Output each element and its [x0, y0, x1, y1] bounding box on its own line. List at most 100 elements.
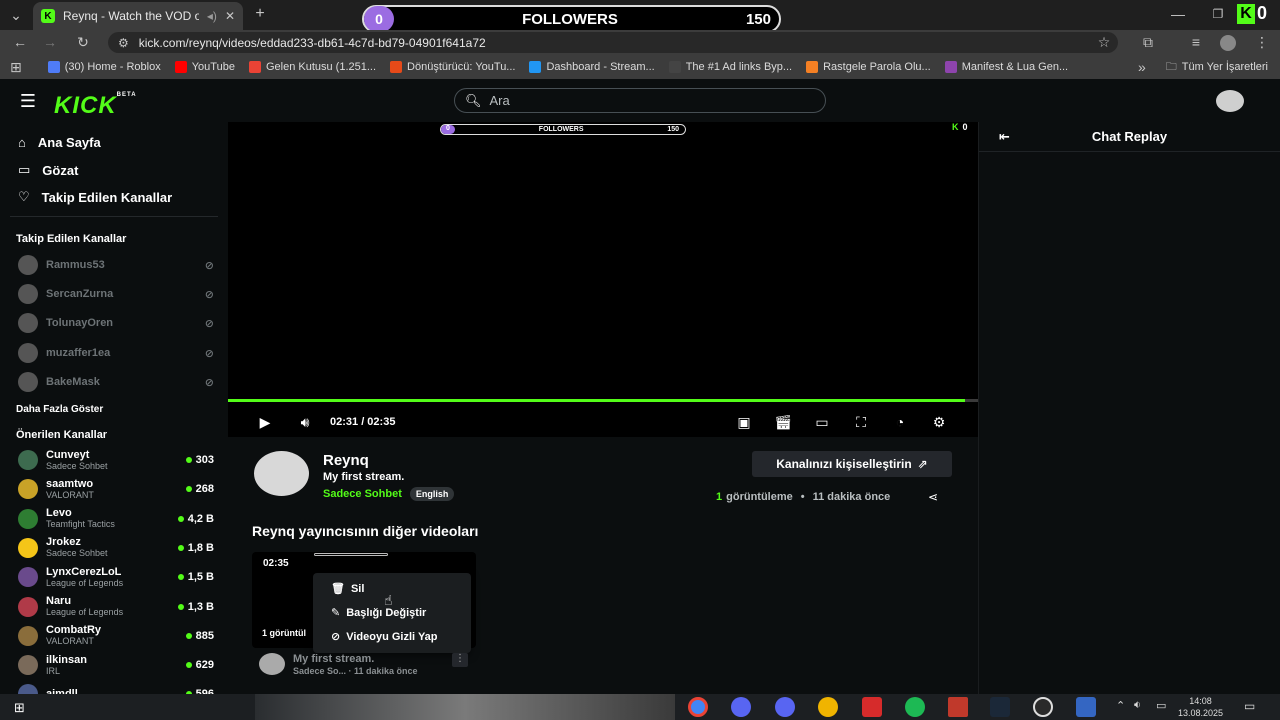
- bookmark-item[interactable]: Rastgele Parola Olu...: [806, 61, 931, 73]
- url-text: kick.com/reynq/videos/eddad233-db61-4c7d…: [138, 35, 486, 50]
- streamer-avatar[interactable]: [254, 451, 309, 496]
- app-icon[interactable]: [818, 697, 838, 717]
- clock[interactable]: 14:08 13.08.2025: [1178, 695, 1223, 719]
- bookmark-item[interactable]: (30) Home - Roblox: [47, 61, 161, 73]
- bookmark-label: Rastgele Parola Olu...: [823, 61, 931, 73]
- avatar: [18, 567, 38, 588]
- followed-channel[interactable]: SercanZurna ⊘: [18, 284, 214, 304]
- game-icon[interactable]: [862, 697, 882, 717]
- user-avatar[interactable]: [1216, 90, 1244, 112]
- app-shortcut-icon[interactable]: [1076, 697, 1096, 717]
- obs-icon[interactable]: [1033, 697, 1053, 717]
- recommended-channel[interactable]: Cunveyt Sadece Sohbet 303: [18, 446, 214, 474]
- followed-channel[interactable]: muzaffer1ea ⊘: [18, 343, 214, 363]
- collapse-chat-icon[interactable]: ⇤: [999, 129, 1010, 145]
- followed-channels-title: Takip Edilen Kanallar: [16, 233, 127, 245]
- nav-home[interactable]: ⌂ Ana Sayfa: [18, 135, 101, 150]
- followed-channel[interactable]: BakeMask ⊘: [18, 372, 214, 392]
- recommended-channel[interactable]: Levo Teamfight Tactics 4,2 B: [18, 505, 214, 533]
- mute-tab-icon[interactable]: ◂): [207, 9, 217, 23]
- tray-chevron-icon[interactable]: ⌃: [1116, 699, 1125, 712]
- media-controls-icon[interactable]: ≡: [1188, 34, 1204, 50]
- recommended-channel[interactable]: Naru League of Legends 1,3 B: [18, 593, 214, 621]
- theater-mode-icon[interactable]: ▭: [814, 414, 830, 430]
- discord-icon[interactable]: [775, 697, 795, 717]
- search-input[interactable]: 🔍︎ Ara: [454, 88, 826, 113]
- apps-grid-icon[interactable]: ⊞: [10, 59, 22, 76]
- card-title[interactable]: My first stream.: [293, 653, 374, 665]
- streamer-name[interactable]: Reynq: [323, 452, 369, 469]
- channel-name: LynxCerezLoL: [46, 565, 122, 578]
- menu-item-rename[interactable]: ✎ Başlığı Değiştir: [331, 606, 426, 620]
- speaker-icon[interactable]: 🔉︎: [1134, 699, 1141, 712]
- spotify-icon[interactable]: [905, 697, 925, 717]
- bookmark-item[interactable]: The #1 Ad links Byp...: [668, 61, 792, 73]
- menu-item-delete[interactable]: 🗑︎ Sil: [331, 582, 364, 596]
- hamburger-menu-icon[interactable]: ☰: [18, 91, 38, 111]
- url-field[interactable]: ⚙ kick.com/reynq/videos/eddad233-db61-4c…: [108, 32, 1118, 53]
- steam-icon[interactable]: [990, 697, 1010, 717]
- notifications-icon[interactable]: ▭: [1244, 699, 1255, 713]
- windows-taskbar: ⊞ ⌃ 🔉︎ ▭ 14:08 13.08.2025 ▭: [0, 694, 1280, 720]
- recommended-channel[interactable]: ilkinsan IRL 629: [18, 651, 214, 679]
- site-info-icon[interactable]: ⚙: [118, 36, 129, 50]
- bookmark-item[interactable]: YouTube: [174, 61, 235, 73]
- close-tab-icon[interactable]: ✕: [225, 9, 235, 23]
- video-category[interactable]: Sadece Sohbet: [323, 488, 402, 500]
- bookmark-item[interactable]: Manifest & Lua Gen...: [944, 61, 1068, 73]
- share-icon[interactable]: ⋖: [928, 490, 938, 504]
- settings-gear-icon[interactable]: ⚙: [931, 414, 947, 430]
- progress-bar[interactable]: [228, 399, 978, 402]
- card-kebab-icon[interactable]: ⋮: [452, 653, 468, 667]
- channel-category: Sadece Sohbet: [46, 548, 108, 559]
- kick-logo-icon: K: [952, 122, 959, 132]
- bookmark-item[interactable]: Dönüştürücü: YouTu...: [390, 61, 515, 73]
- followed-channel[interactable]: Rammus53 ⊘: [18, 255, 214, 275]
- channel-text: Naru League of Legends: [46, 595, 123, 618]
- network-icon[interactable]: ▭: [1156, 699, 1166, 712]
- chrome-icon[interactable]: [688, 697, 708, 717]
- menu-item-hide[interactable]: ⊘ Videoyu Gizli Yap: [331, 630, 438, 644]
- more-bookmarks-icon[interactable]: »: [1138, 59, 1146, 75]
- extensions-icon[interactable]: ⧉: [1140, 34, 1156, 50]
- kick-counter-small: K0: [952, 122, 968, 132]
- customize-channel-button[interactable]: Kanalınızı kişiselleştirin ⇗: [752, 451, 952, 477]
- play-button[interactable]: ▶: [258, 414, 272, 430]
- fullscreen-icon[interactable]: ⛶: [853, 414, 869, 430]
- bookmark-item[interactable]: Dashboard - Stream...: [529, 61, 655, 73]
- bookmark-item[interactable]: Gelen Kutusu (1.251...: [248, 61, 376, 73]
- playback-speed-icon[interactable]: ◔: [892, 414, 908, 430]
- restore-button[interactable]: ❐: [1210, 6, 1226, 22]
- discord-ptb-icon[interactable]: [731, 697, 751, 717]
- volume-icon[interactable]: 🔊︎: [296, 414, 314, 430]
- all-bookmarks[interactable]: 🗀 Tüm Yer İşaretleri: [1166, 58, 1268, 77]
- nav-following[interactable]: ♡ Takip Edilen Kanallar: [18, 189, 172, 205]
- menu-label: Videoyu Gizli Yap: [346, 630, 438, 643]
- recommended-channel[interactable]: LynxCerezLoL League of Legends 1,5 B: [18, 563, 214, 591]
- miniplayer-icon[interactable]: ▣: [736, 414, 752, 430]
- kick-logo[interactable]: KICKBETA: [54, 92, 137, 120]
- forward-icon[interactable]: →: [42, 34, 58, 50]
- card-avatar[interactable]: [259, 653, 285, 675]
- new-tab-button[interactable]: +: [252, 5, 268, 23]
- show-more-link[interactable]: Daha Fazla Göster: [16, 404, 103, 415]
- nav-browse[interactable]: ▭ Gözat: [18, 162, 78, 178]
- viewer-number: 1,5 B: [187, 571, 214, 584]
- profile-avatar[interactable]: [1220, 35, 1236, 51]
- voicemeeter-icon[interactable]: [948, 697, 968, 717]
- windows-start-icon[interactable]: ⊞: [14, 700, 25, 716]
- menu-kebab-icon[interactable]: ⋮: [1254, 34, 1270, 50]
- back-icon[interactable]: ←: [12, 34, 28, 50]
- browser-tab[interactable]: K Reynq - Watch the VOD on ◂) ✕: [33, 2, 243, 30]
- tab-search-icon[interactable]: ⌄: [8, 7, 24, 23]
- recommended-channel[interactable]: CombatRy VALORANT 885: [18, 622, 214, 650]
- language-tag[interactable]: English: [409, 487, 455, 501]
- video-player[interactable]: 0 FOLLOWERS 150 K0 ▶ 🔊︎ 02:31 / 02:35 ▣ …: [228, 122, 978, 437]
- followed-channel[interactable]: TolunayOren ⊘: [18, 313, 214, 333]
- clip-icon[interactable]: 🎬︎: [774, 414, 792, 430]
- reload-icon[interactable]: ↻: [75, 34, 91, 50]
- recommended-channel[interactable]: Jrokez Sadece Sohbet 1,8 B: [18, 534, 214, 562]
- recommended-channel[interactable]: saamtwo VALORANT 268: [18, 475, 214, 503]
- bookmark-star-icon[interactable]: ☆: [1096, 34, 1112, 50]
- minimize-button[interactable]: —: [1170, 6, 1186, 22]
